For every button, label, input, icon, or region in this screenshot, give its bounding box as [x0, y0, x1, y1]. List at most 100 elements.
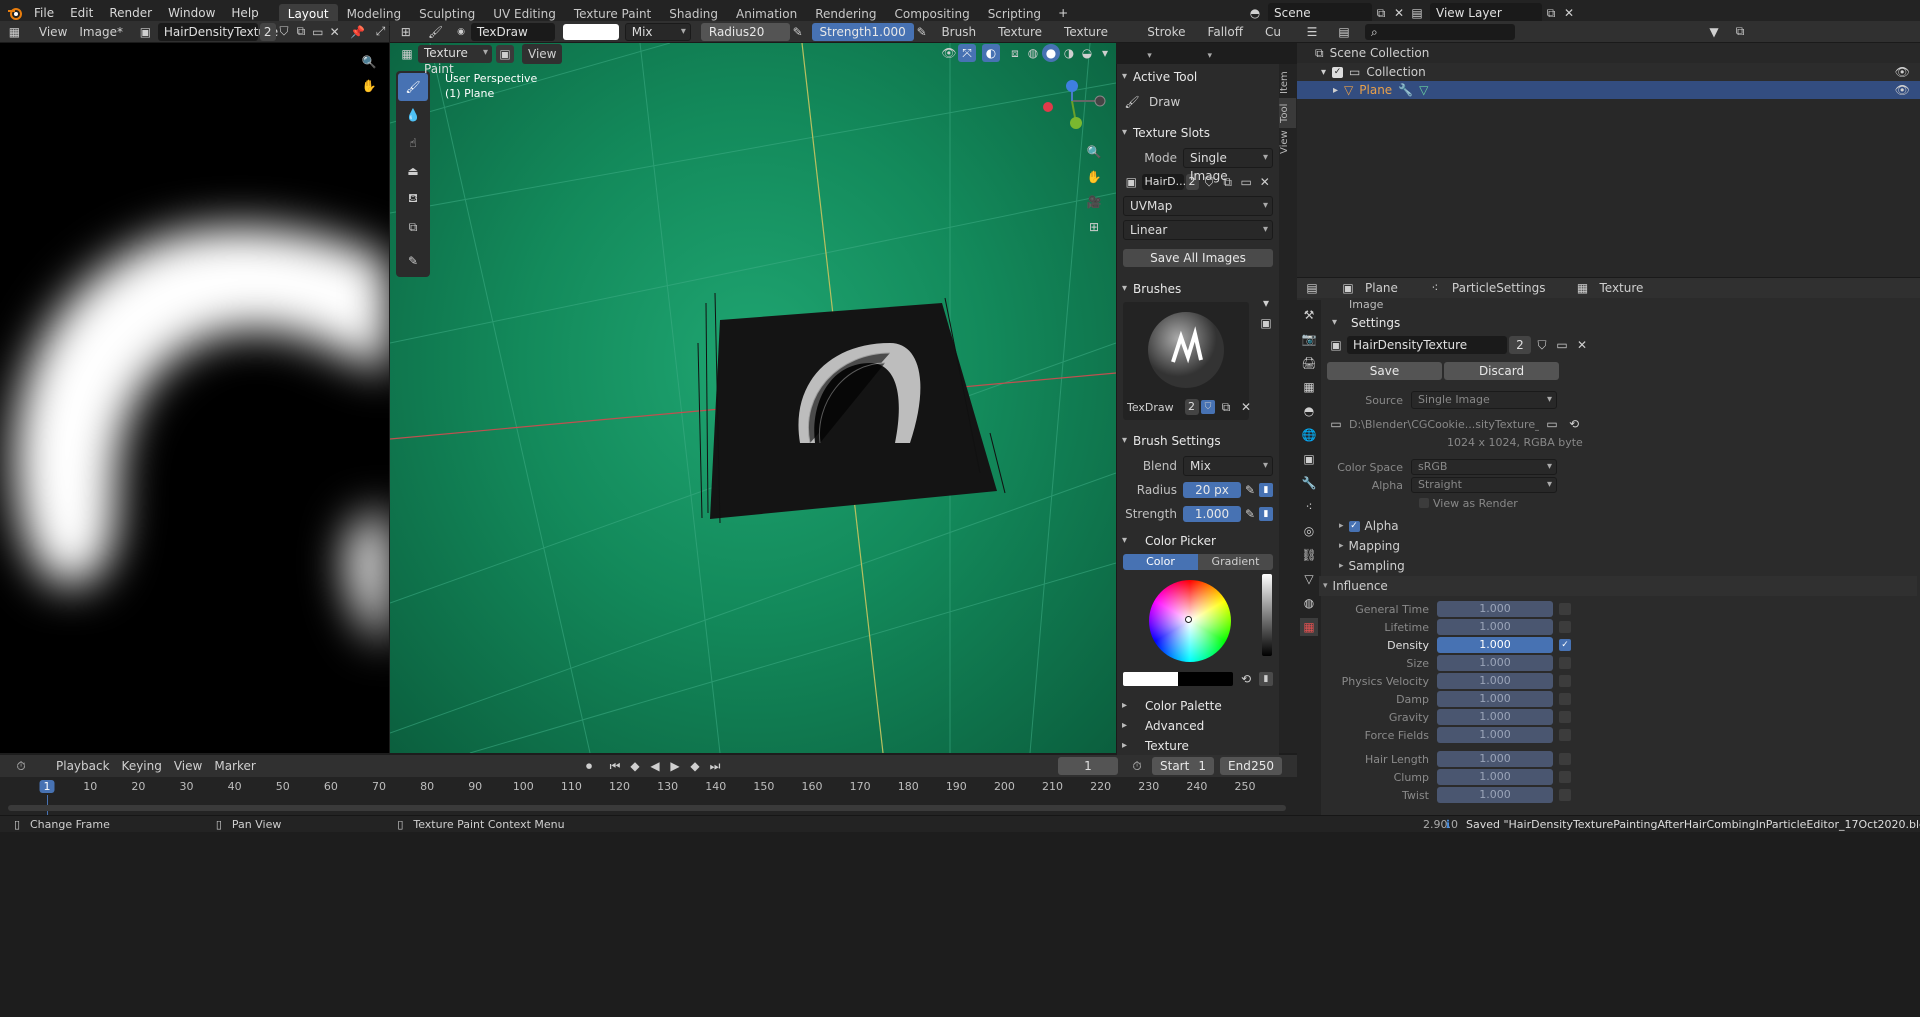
influence-value[interactable]: 1.000 [1437, 709, 1553, 725]
slot-unlink-icon[interactable]: ✕ [1256, 173, 1273, 191]
collection-checkbox[interactable]: ✓ [1332, 66, 1344, 78]
brush-radius-unified-icon[interactable]: ▮ [1259, 483, 1273, 497]
close-view-layer-icon[interactable]: ✕ [1560, 4, 1578, 22]
modifier-tab-icon[interactable]: 🔧 [1300, 474, 1318, 492]
uvmap-dropdown[interactable]: UVMap [1123, 196, 1273, 216]
influence-checkbox[interactable] [1559, 729, 1571, 741]
editor-type-icon[interactable]: ▦ [6, 23, 23, 41]
influence-value[interactable]: 1.000 [1437, 769, 1553, 785]
image-browse-icon[interactable]: ▣ [137, 23, 154, 41]
navigation-gizmo[interactable] [1030, 73, 1110, 143]
brush-unlink-icon[interactable]: ✕ [1237, 398, 1255, 416]
image-editor-canvas[interactable]: 🔍 ✋ [0, 43, 389, 753]
prev-keyframe-icon[interactable]: ◆ [626, 757, 644, 775]
tab-view[interactable]: View [1279, 128, 1296, 158]
influence-checkbox[interactable] [1559, 675, 1571, 687]
panel-advanced[interactable]: Advanced [1117, 716, 1279, 736]
influence-value[interactable]: 1.000 [1437, 751, 1553, 767]
tex-image-users[interactable]: 2 [1509, 336, 1531, 354]
camera-view-icon[interactable]: 🎥 [1085, 189, 1103, 214]
tool-menu-falloff[interactable]: Falloff ▾ [1202, 22, 1259, 61]
brushes-panel[interactable]: Brushes [1117, 276, 1279, 302]
unlink-image-icon[interactable]: ✕ [326, 23, 343, 41]
rendered-shading-icon[interactable]: ◒ [1078, 44, 1096, 62]
influence-value[interactable]: 1.000 [1437, 601, 1553, 617]
properties-editor-icon[interactable]: ▤ [1303, 279, 1321, 297]
material-shading-icon[interactable]: ◑ [1060, 44, 1078, 62]
outliner-editor-icon[interactable]: ☰ [1303, 23, 1321, 41]
image-editor-view-menu[interactable]: View [33, 22, 73, 42]
uv-sync-icon[interactable]: ⤢ [372, 23, 389, 41]
radius-slider[interactable]: Radius 20 px [700, 22, 790, 57]
plane-visibility-icon[interactable]: 👁 [1895, 83, 1910, 97]
unified-color-icon[interactable]: ▮ [1259, 672, 1273, 686]
timeline-menu-view[interactable]: View [168, 756, 208, 776]
mapping-panel[interactable]: Mapping [1349, 539, 1401, 553]
constraints-tab-icon[interactable]: ⛓ [1300, 546, 1318, 564]
timeline-menu-playback[interactable]: Playback [50, 756, 116, 776]
timeline-editor-icon[interactable]: ⏱ [12, 757, 30, 775]
close-scene-icon[interactable]: ✕ [1390, 4, 1408, 22]
annotate-tool-icon[interactable]: ✎ [398, 247, 428, 275]
tool-menu-stroke[interactable]: Stroke ▾ [1141, 22, 1201, 61]
record-icon[interactable]: ⏺ [580, 757, 598, 775]
brush-radius-pressure-icon[interactable]: ✎ [1241, 481, 1259, 499]
panel-texture[interactable]: Texture [1117, 736, 1279, 756]
mode-dropdown[interactable]: Texture Paint [418, 44, 492, 76]
timeline-menu-marker[interactable]: Marker [208, 756, 261, 776]
scene-icon[interactable]: ◓ [1246, 4, 1264, 22]
xray-icon[interactable]: ⧈ [1006, 44, 1024, 62]
slot-mode-dropdown[interactable]: Single Image [1183, 148, 1273, 183]
settings-subpanel[interactable]: Settings [1327, 312, 1917, 334]
source-dropdown[interactable]: Single Image [1411, 391, 1557, 409]
scene-tab-icon[interactable]: ◓ [1300, 402, 1318, 420]
outliner-row-plane[interactable]: ▸ ▽ Plane 🔧 ▽ 👁 [1297, 81, 1920, 99]
texture-slots-panel[interactable]: Texture Slots [1117, 120, 1279, 146]
influence-value[interactable]: 1.000 [1437, 637, 1553, 653]
play-icon[interactable]: ▶ [666, 757, 684, 775]
particles-tab-icon[interactable]: ⁖ [1300, 498, 1318, 516]
viewport-pan-icon[interactable]: ✋ [1085, 164, 1103, 189]
visibility-icon[interactable]: 👁 [940, 44, 958, 62]
blend-dropdown[interactable]: Mix [624, 22, 691, 41]
slot-image-field[interactable]: HairD... [1141, 174, 1186, 190]
panel-color-palette[interactable]: Color Palette [1117, 696, 1279, 716]
smear-tool-icon[interactable]: ☝ [398, 129, 428, 157]
end-frame-field[interactable]: End 250 [1220, 757, 1282, 775]
tex-unlink-icon[interactable]: ✕ [1573, 336, 1591, 354]
alpha-panel-checkbox[interactable]: ✓ [1348, 520, 1360, 532]
color-mode-tab[interactable]: Color [1123, 554, 1198, 570]
influence-checkbox[interactable] [1559, 621, 1571, 633]
jump-end-icon[interactable]: ⏭ [706, 757, 724, 775]
outliner-row-collection[interactable]: ▾ ✓ ▭ Collection 👁 [1297, 63, 1920, 81]
swap-colors-icon[interactable]: ⟲ [1237, 670, 1255, 688]
expand-icon[interactable]: ▸ [1339, 541, 1344, 551]
view-layer-icon[interactable]: ▤ [1408, 4, 1426, 22]
scene-field[interactable]: Scene [1268, 3, 1372, 23]
save-all-images-button[interactable]: Save All Images [1123, 249, 1273, 267]
view-as-render-checkbox[interactable] [1419, 498, 1429, 508]
brush-tool-icon[interactable]: 🖌 [428, 23, 444, 41]
clone-tool-icon[interactable]: ⏏ [398, 157, 428, 185]
brush-preview[interactable]: TexDraw 2 ⛉ ⧉ ✕ [1123, 302, 1251, 420]
gradient-mode-tab[interactable]: Gradient [1198, 554, 1273, 570]
preview-range-icon[interactable]: ⏱ [1128, 757, 1146, 775]
outliner-row-scene-collection[interactable]: ⧉ Scene Collection [1297, 43, 1920, 63]
fake-user-icon[interactable]: ⛉ [276, 23, 293, 41]
filter-icon[interactable]: ▼ [1705, 23, 1723, 41]
image-editor-image-menu[interactable]: Image* [73, 22, 129, 42]
influence-value[interactable]: 1.000 [1437, 619, 1553, 635]
tool-menu-brush[interactable]: Brush ▾ [935, 22, 992, 61]
brush-color-swatch[interactable] [563, 23, 619, 40]
brush-duplicate-icon[interactable]: ⧉ [1217, 398, 1235, 416]
file-browse-icon[interactable]: ▭ [1543, 415, 1561, 433]
view-layer-tab-icon[interactable]: ▦ [1300, 378, 1318, 396]
solid-shading-icon[interactable]: ● [1042, 44, 1060, 62]
collapse-icon[interactable]: ▾ [1323, 581, 1328, 591]
brush-name[interactable]: TexDraw [1127, 401, 1183, 414]
display-mode-icon[interactable]: ▤ [1335, 23, 1353, 41]
radius-pressure-icon[interactable]: ✎ [790, 23, 806, 41]
play-reverse-icon[interactable]: ◀ [646, 757, 664, 775]
brush-strength-unified-icon[interactable]: ▮ [1259, 507, 1273, 521]
next-keyframe-icon[interactable]: ◆ [686, 757, 704, 775]
